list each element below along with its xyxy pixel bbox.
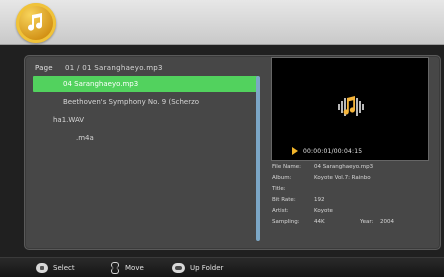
file-name: Beethoven's Symphony No. 9 (Scherzo (63, 98, 200, 106)
page-label: Page (35, 64, 53, 72)
file-list-item[interactable]: Beethoven's Symphony No. 9 (Scherzo (33, 94, 259, 110)
info-file-name: File Name: 04 Saranghaeyo.mp3 (272, 164, 432, 175)
move-label: Move (125, 264, 144, 272)
year-value: 2004 (380, 219, 394, 225)
page-indicator: 01 / 01 Saranghaeyo.mp3 (65, 64, 163, 72)
file-name-label: File Name: (272, 164, 302, 170)
audio-wave-note-icon (338, 96, 364, 116)
move-key-icon (108, 262, 120, 274)
play-icon (292, 147, 298, 155)
select-key-icon (36, 263, 48, 273)
up-folder-key-icon (172, 263, 185, 273)
select-hint[interactable]: Select (36, 262, 75, 274)
artist-label: Artist: (272, 208, 289, 214)
file-list-item-selected[interactable]: 04 Saranghaeyo.mp3 (33, 76, 259, 92)
bottom-control-bar: Select Move Up Folder (0, 257, 444, 277)
sampling-label: Sampling: (272, 219, 300, 225)
file-list: 04 Saranghaeyo.mp3 Beethoven's Symphony … (33, 76, 259, 148)
info-bit-rate: Bit Rate: 192 (272, 197, 432, 208)
up-folder-label: Up Folder (190, 264, 224, 272)
info-album: Album: Koyote Vol.7: Rainbo (272, 175, 432, 186)
file-list-item[interactable]: ha1.WAV (33, 112, 259, 128)
file-name: .m4a (76, 134, 94, 142)
info-title: Title: (272, 186, 432, 197)
bit-rate-label: Bit Rate: (272, 197, 296, 203)
album-label: Album: (272, 175, 292, 181)
title-label: Title: (272, 186, 286, 192)
list-scrollbar[interactable] (256, 76, 260, 241)
top-bar (0, 0, 444, 45)
sampling-value: 44K (314, 219, 325, 225)
artist-value: Koyote (314, 208, 333, 214)
album-value: Koyote Vol.7: Rainbo (314, 175, 371, 181)
music-note-icon (16, 3, 56, 43)
info-sampling-year: Sampling: 44K Year: 2004 (272, 219, 432, 230)
file-list-panel: Page 01 / 01 Saranghaeyo.mp3 04 Sarangha… (25, 56, 263, 249)
playback-time-row: 00:00:01/00:04:15 (292, 145, 362, 157)
up-folder-hint[interactable]: Up Folder (172, 262, 223, 274)
select-label: Select (53, 264, 75, 272)
media-player-screen: Page 01 / 01 Saranghaeyo.mp3 04 Sarangha… (0, 0, 444, 277)
bit-rate-value: 192 (314, 197, 325, 203)
playback-time: 00:00:01/00:04:15 (303, 147, 363, 155)
file-name: 04 Saranghaeyo.mp3 (63, 80, 139, 88)
info-artist: Artist: Koyote (272, 208, 432, 219)
main-panel: Page 01 / 01 Saranghaeyo.mp3 04 Sarangha… (24, 55, 441, 250)
file-name-value: 04 Saranghaeyo.mp3 (314, 164, 374, 170)
track-info: File Name: 04 Saranghaeyo.mp3 Album: Koy… (272, 164, 432, 250)
media-preview: 00:00:01/00:04:15 (271, 57, 429, 161)
move-hint[interactable]: Move (108, 262, 144, 274)
file-list-item[interactable]: .m4a (33, 130, 259, 146)
year-label: Year: (360, 219, 374, 225)
file-name: ha1.WAV (53, 116, 85, 124)
